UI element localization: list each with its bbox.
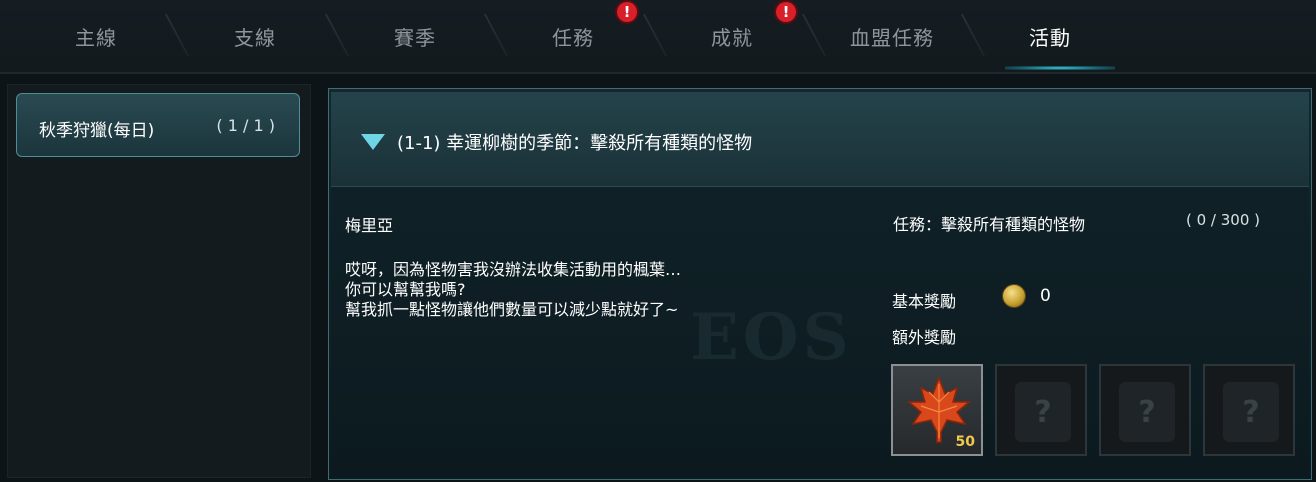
quest-tab-bar: 主線 支線 賽季 任務 成就 血盟任務 活動 <box>0 0 1316 72</box>
tab-label: 主線 <box>75 25 117 50</box>
reward-slot[interactable]: ? <box>1203 364 1295 456</box>
reward-slot[interactable]: ? <box>995 364 1087 456</box>
dialogue-line: 哎呀，因為怪物害我沒辦法收集活動用的楓葉… <box>345 260 682 279</box>
tab-divider <box>642 14 668 56</box>
collapse-triangle-icon[interactable] <box>361 134 385 150</box>
mystery-gift-icon: ? <box>1119 382 1175 442</box>
tab-label: 血盟任務 <box>850 25 934 50</box>
quest-list-item-autumn-hunt[interactable]: 秋季狩獵(每日) ( 1 / 1 ) <box>16 93 300 157</box>
reward-slot[interactable]: ? <box>1099 364 1191 456</box>
basic-reward-label: 基本獎勵 <box>892 292 957 311</box>
tab-divider <box>801 14 827 56</box>
npc-name: 梅里亞 <box>345 216 394 235</box>
quest-title: (1-1) 幸運柳樹的季節：擊殺所有種類的怪物 <box>397 133 753 154</box>
quest-list-item-count: ( 1 / 1 ) <box>216 116 275 135</box>
achievements-alert-icon: ! <box>776 2 796 22</box>
task-objective: 任務：擊殺所有種類的怪物 <box>893 215 1086 234</box>
gold-coin-icon <box>1003 285 1025 307</box>
tab-label: 任務 <box>552 25 594 50</box>
missions-alert-icon: ! <box>617 2 637 22</box>
tab-label: 支線 <box>234 25 276 50</box>
tab-label: 成就 <box>711 25 753 50</box>
tab-events[interactable]: 活動 <box>1000 0 1100 72</box>
tab-divider <box>960 14 986 56</box>
quest-list-item-name: 秋季狩獵(每日) <box>39 121 155 141</box>
extra-reward-label: 額外獎勵 <box>892 328 957 347</box>
header-divider <box>0 72 1316 74</box>
dialogue-line: 幫我抓一點怪物讓他們數量可以減少點就好了~ <box>345 300 679 319</box>
tab-divider <box>324 14 350 56</box>
mystery-gift-icon: ? <box>1223 382 1279 442</box>
basic-reward-amount: 0 <box>1040 286 1051 306</box>
task-progress: ( 0 / 300 ) <box>1186 211 1261 229</box>
tab-season[interactable]: 賽季 <box>365 0 465 72</box>
reward-quantity: 50 <box>955 434 975 450</box>
tab-achievements[interactable]: 成就 <box>682 0 782 72</box>
npc-dialogue: 哎呀，因為怪物害我沒辦法收集活動用的楓葉… 你可以幫幫我嗎? 幫我抓一點怪物讓他… <box>345 260 865 320</box>
mystery-gift-icon: ? <box>1015 382 1071 442</box>
tab-divider <box>164 14 190 56</box>
reward-slot[interactable]: 50 <box>891 364 983 456</box>
tab-clan-missions[interactable]: 血盟任務 <box>832 0 952 72</box>
tab-label: 賽季 <box>394 25 436 50</box>
active-tab-indicator <box>1005 66 1115 70</box>
tab-divider <box>483 14 509 56</box>
tab-label: 活動 <box>1029 25 1071 50</box>
tab-main-story[interactable]: 主線 <box>46 0 146 72</box>
tab-missions[interactable]: 任務 <box>523 0 623 72</box>
tab-side-story[interactable]: 支線 <box>205 0 305 72</box>
dialogue-line: 你可以幫幫我嗎? <box>345 280 466 299</box>
